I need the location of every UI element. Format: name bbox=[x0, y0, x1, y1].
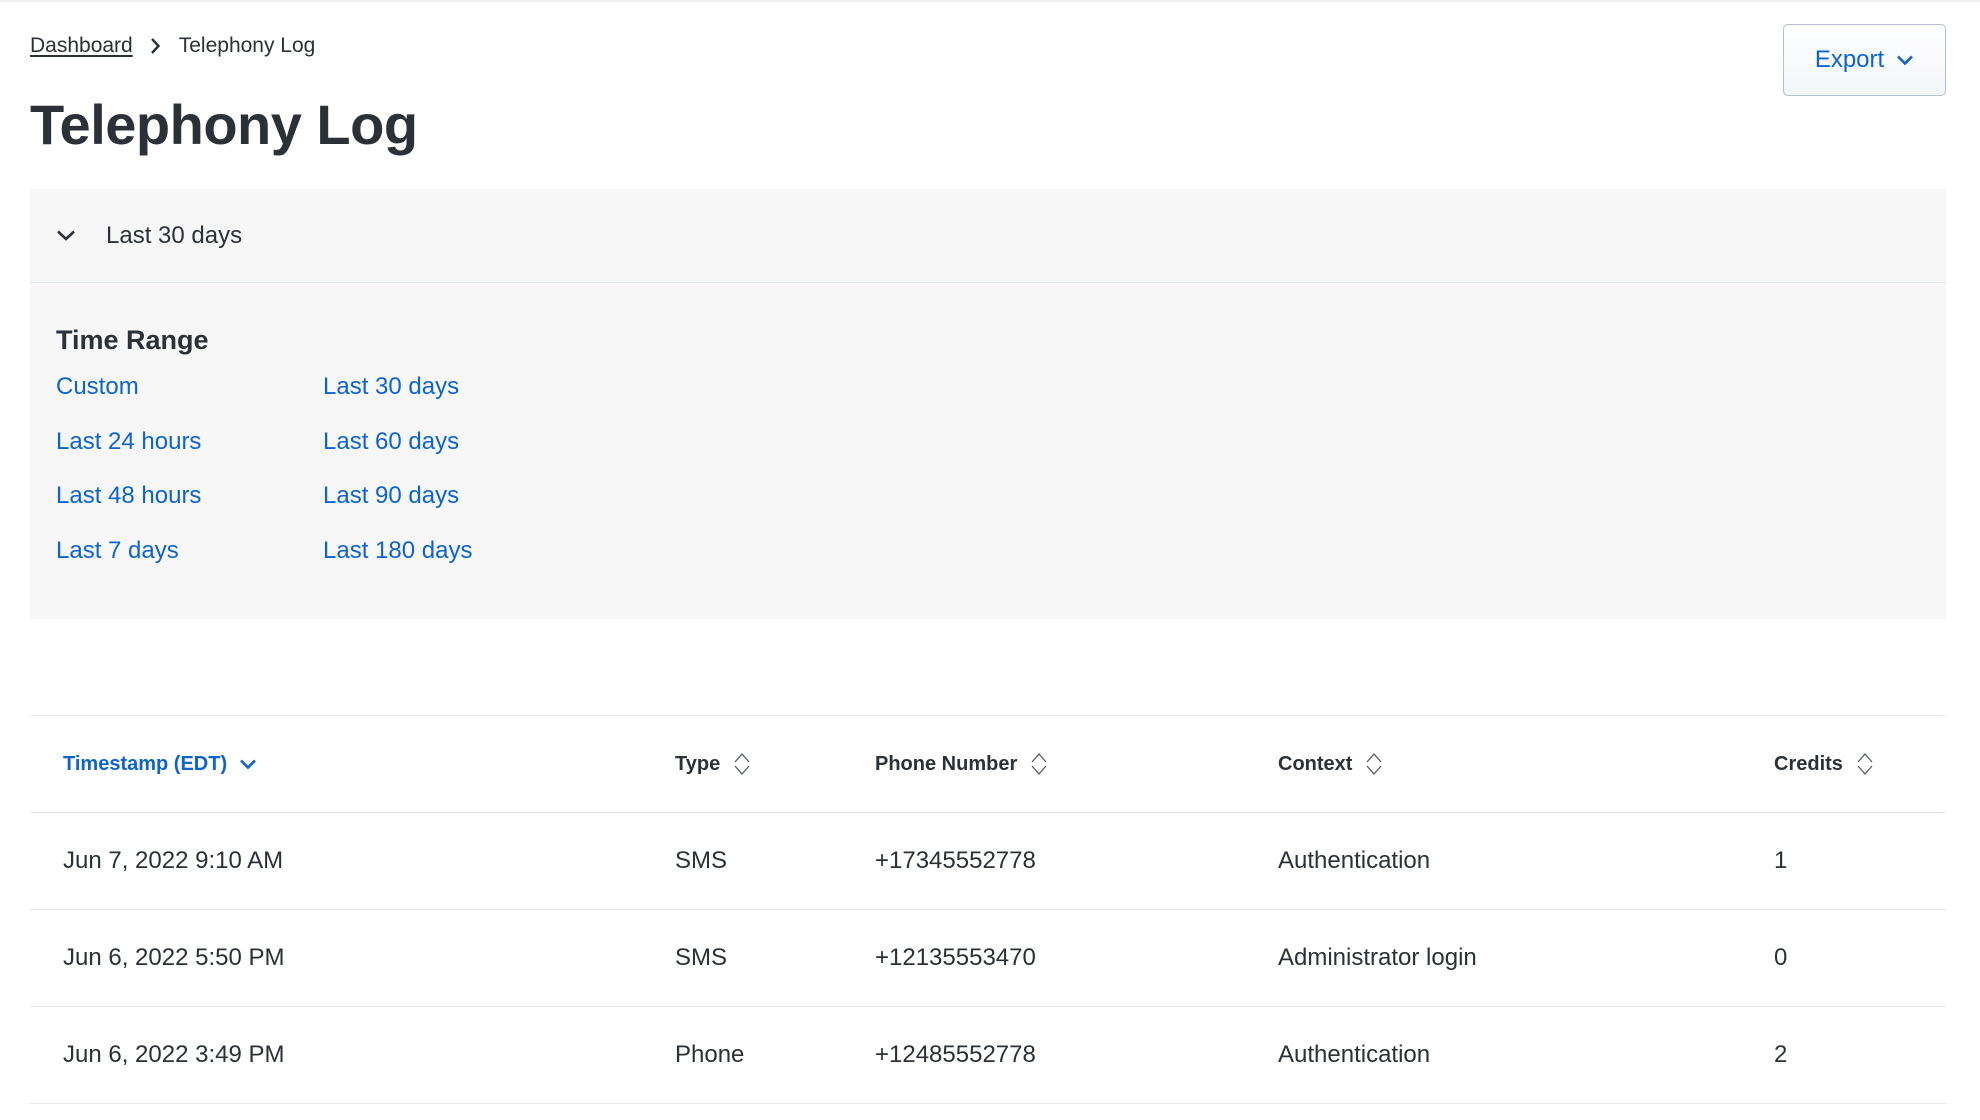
cell-phone-number: +12135553470 bbox=[875, 944, 1036, 971]
sort-unsorted-icon bbox=[1364, 751, 1384, 777]
time-range-heading: Time Range bbox=[56, 325, 209, 355]
table-row: Jun 7, 2022 9:10 AM SMS +17345552778 Aut… bbox=[30, 813, 1946, 910]
cell-type: Phone bbox=[675, 1041, 745, 1068]
column-header-credits[interactable]: Credits bbox=[1774, 716, 1875, 812]
cell-timestamp: Jun 7, 2022 9:10 AM bbox=[63, 847, 284, 874]
cell-type: SMS bbox=[675, 944, 728, 971]
cell-timestamp: Jun 6, 2022 3:49 PM bbox=[63, 1041, 285, 1068]
range-option-last-60-days[interactable]: Last 60 days bbox=[323, 429, 523, 485]
range-option-last-90-days[interactable]: Last 90 days bbox=[323, 484, 523, 539]
chevron-down-icon bbox=[1896, 54, 1914, 66]
cell-credits: 0 bbox=[1774, 944, 1788, 971]
column-header-label: Phone Number bbox=[875, 752, 1018, 775]
range-option-last-48-hours[interactable]: Last 48 hours bbox=[56, 484, 323, 539]
time-range-filter-panel: Last 30 days Time Range Custom Last 30 d… bbox=[30, 189, 1946, 619]
table-row: Jun 6, 2022 3:49 PM Phone +12485552778 A… bbox=[30, 1007, 1946, 1104]
cell-credits: 2 bbox=[1774, 1041, 1788, 1068]
breadcrumb-dashboard-link[interactable]: Dashboard bbox=[30, 34, 133, 58]
cell-phone-number: +17345552778 bbox=[875, 847, 1036, 874]
range-option-last-24-hours[interactable]: Last 24 hours bbox=[56, 429, 323, 485]
filter-toggle[interactable]: Last 30 days bbox=[30, 189, 1946, 283]
sort-descending-icon bbox=[239, 758, 257, 770]
top-border bbox=[0, 0, 1980, 2]
sort-unsorted-icon bbox=[732, 751, 752, 777]
column-header-timestamp[interactable]: Timestamp (EDT) bbox=[63, 716, 257, 812]
cell-credits: 1 bbox=[1774, 847, 1788, 874]
telephony-log-table: Timestamp (EDT) Type Phone Number Contex… bbox=[30, 715, 1946, 1104]
column-header-label: Timestamp (EDT) bbox=[63, 752, 228, 775]
cell-context: Authentication bbox=[1278, 1041, 1431, 1068]
cell-context: Administrator login bbox=[1278, 944, 1477, 971]
column-header-label: Context bbox=[1278, 752, 1353, 775]
cell-phone-number: +12485552778 bbox=[875, 1041, 1036, 1068]
range-option-last-30-days[interactable]: Last 30 days bbox=[323, 375, 523, 430]
column-header-context[interactable]: Context bbox=[1278, 716, 1384, 812]
time-range-options: Custom Last 30 days Last 24 hours Last 6… bbox=[56, 375, 523, 593]
breadcrumb: Dashboard Telephony Log bbox=[30, 34, 315, 58]
column-header-type[interactable]: Type bbox=[675, 716, 752, 812]
range-option-last-180-days[interactable]: Last 180 days bbox=[323, 538, 523, 594]
export-button[interactable]: Export bbox=[1783, 24, 1946, 96]
chevron-down-icon bbox=[56, 229, 76, 242]
range-option-last-7-days[interactable]: Last 7 days bbox=[56, 538, 323, 594]
export-button-label: Export bbox=[1814, 46, 1885, 73]
chevron-right-icon bbox=[149, 37, 161, 55]
cell-type: SMS bbox=[675, 847, 728, 874]
sort-unsorted-icon bbox=[1029, 751, 1049, 777]
breadcrumb-current: Telephony Log bbox=[178, 34, 316, 57]
column-header-label: Credits bbox=[1774, 752, 1843, 775]
cell-timestamp: Jun 6, 2022 5:50 PM bbox=[63, 944, 285, 971]
range-option-custom[interactable]: Custom bbox=[56, 375, 323, 430]
page-title: Telephony Log bbox=[30, 93, 418, 156]
cell-context: Authentication bbox=[1278, 847, 1431, 874]
filter-selected-label: Last 30 days bbox=[106, 221, 243, 249]
column-header-phone-number[interactable]: Phone Number bbox=[875, 716, 1049, 812]
table-row: Jun 6, 2022 5:50 PM SMS +12135553470 Adm… bbox=[30, 910, 1946, 1007]
table-header: Timestamp (EDT) Type Phone Number Contex… bbox=[30, 715, 1946, 813]
sort-unsorted-icon bbox=[1855, 751, 1875, 777]
column-header-label: Type bbox=[675, 752, 721, 775]
